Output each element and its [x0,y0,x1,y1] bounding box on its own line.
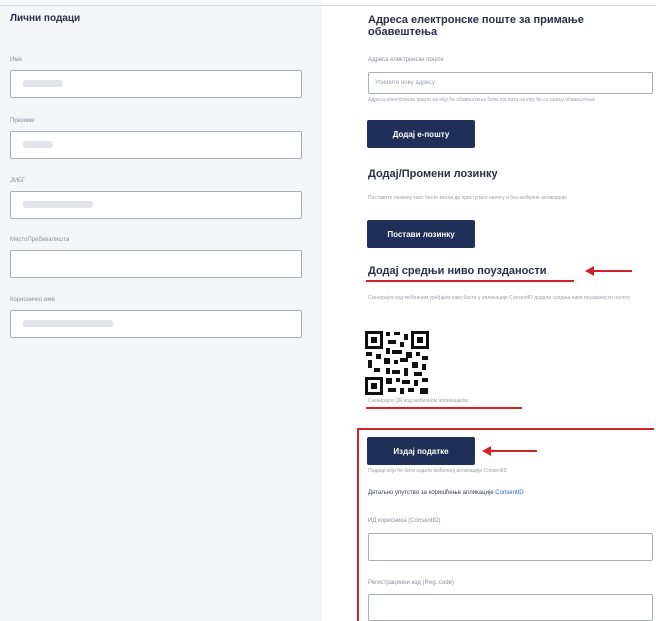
add-email-button[interactable]: Додај е-пошту [367,120,475,148]
email-hint: Адреса електронске поште на коју ће обав… [368,97,595,103]
mid-level-underline [366,280,574,282]
first-name-label: Име [10,57,22,63]
first-name-field[interactable] [10,70,302,98]
mid-level-assurance-title[interactable]: Додај средњи ниво поузданости [368,265,547,277]
consent-id-input[interactable] [368,533,653,561]
username-field[interactable] [10,310,302,338]
email-section-title: Адреса електронске поште за примање обав… [368,14,584,38]
email-label: Адреса електронске поште [368,57,444,63]
email-input[interactable]: Упишите нову адресу [368,72,653,94]
instructions-text: Детаљно упутство за коришћење апликације… [368,490,524,496]
jmbg-label: ЈМБГ [10,178,26,184]
qr-underline [366,407,522,409]
mid-level-hint: Скенирајте код мобилним уређајем како би… [368,295,630,301]
reg-code-input[interactable] [368,594,653,621]
username-label: Корисничко име [10,297,55,303]
instructions-label: Детаљно упутство за коришћење апликације [368,490,496,496]
qr-caption: Скенирајте QR код мобилном апликацијом [368,398,468,404]
personal-data-title: Лични подаци [10,13,81,24]
jmbg-field[interactable] [10,191,302,219]
issue-hint: Подаци који ће бити издати мобилној апли… [368,468,508,474]
qr-code-icon [364,330,430,396]
password-hint: Поставите лозинку како бисте могли да пр… [368,195,567,201]
arrow-line [592,270,632,272]
residence-label: МестоПребивалишта [10,237,70,243]
set-password-button[interactable]: Постави лозинку [367,220,475,248]
top-divider [0,5,656,6]
consent-id-label: ИД корисника (ConsentID) [368,518,441,524]
password-section-title: Додај/Промени лозинку [368,168,498,180]
last-name-field[interactable] [10,131,302,159]
arrow-line [489,450,537,452]
residence-field[interactable] [10,250,302,278]
consentid-link[interactable]: ConsentID [495,490,523,496]
last-name-label: Презиме [10,118,35,124]
issue-data-button[interactable]: Издај податке [367,437,475,465]
reg-code-label: Регистрациони код (Reg. code) [368,580,454,586]
